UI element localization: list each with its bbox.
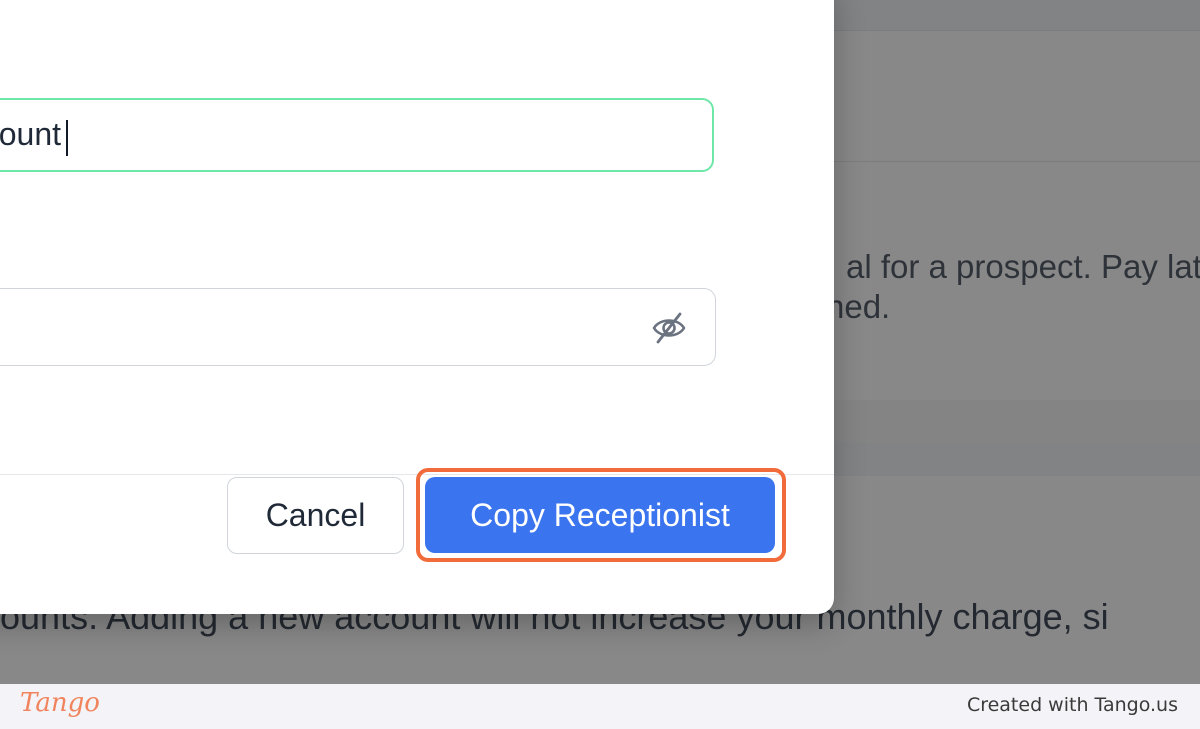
text-caret [66,120,68,156]
screen: al for a prospect. Pay lat ned. ounts. A… [0,0,1200,684]
copy-receptionist-button[interactable]: Copy Receptionist [425,477,775,553]
tango-credit: Created with Tango.us [966,694,1178,716]
tango-logo: Tango [20,688,100,718]
password-input[interactable] [0,288,716,366]
tango-footer: Tango Created with Tango.us [0,684,1200,729]
name-input-value: ount [0,116,61,152]
eye-slash-icon[interactable] [651,311,687,345]
name-input[interactable]: ount [0,98,714,172]
cancel-button[interactable]: Cancel [227,477,404,554]
copy-receptionist-dialog: ount Cancel Copy Receptionist [0,0,834,614]
